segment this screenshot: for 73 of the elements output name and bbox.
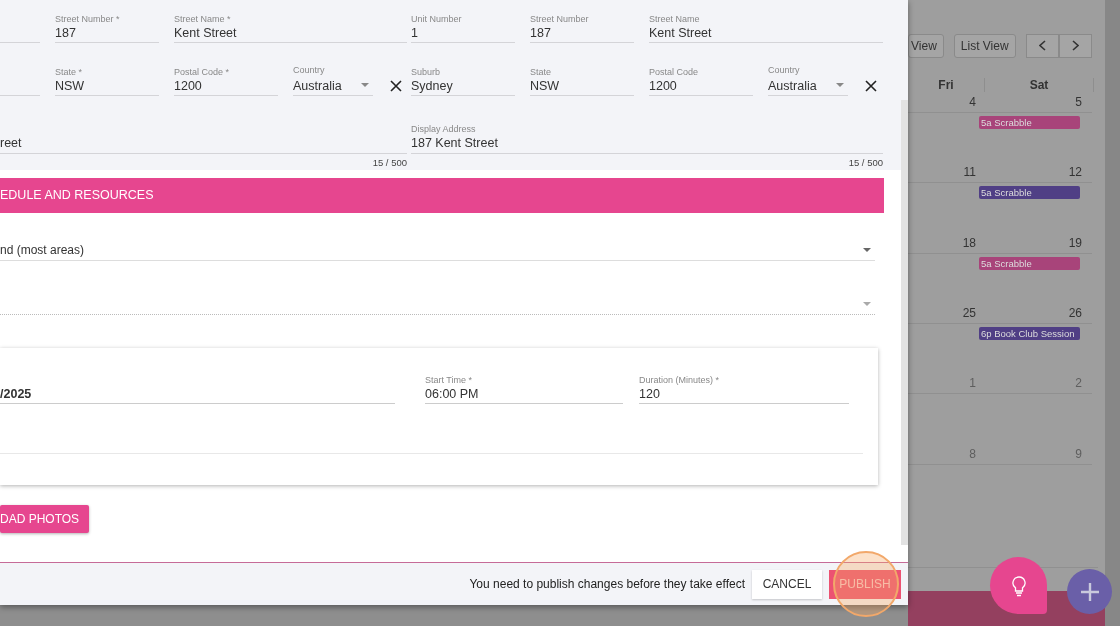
character-counter: 15 / 500: [372, 157, 407, 168]
field-label: Display Address: [411, 123, 477, 135]
calendar-event[interactable]: 5a Scrabble: [979, 256, 1080, 270]
field-label: Suburb: [411, 66, 442, 78]
date-number: 9: [1074, 446, 1082, 463]
input-field[interactable]: 187: [530, 25, 634, 42]
view-button[interactable]: List View: [953, 34, 1016, 58]
upload-button[interactable]: DAD PHOTOS: [0, 505, 90, 533]
date-number: 4: [968, 94, 976, 111]
field-label: Postal Code: [649, 66, 700, 78]
date-number: 2: [1074, 376, 1082, 393]
close-icon[interactable]: [390, 80, 402, 92]
date-number: 26: [1067, 305, 1082, 322]
tips-button[interactable]: [990, 557, 1047, 614]
cancel-button[interactable]: CANCEL: [752, 569, 822, 599]
country-select[interactable]: Australia: [293, 76, 373, 95]
date-number: 19: [1067, 235, 1082, 252]
plus-icon: [1079, 581, 1100, 602]
field-label: Duration (Minutes) *: [639, 374, 721, 386]
section-header: EDULE AND RESOURCES: [0, 178, 884, 213]
input-field[interactable]: 187: [55, 25, 159, 42]
caret-icon: [863, 301, 871, 307]
field-label: Unit Number: [411, 13, 463, 25]
day-header: Fri: [908, 77, 985, 92]
close-icon[interactable]: [865, 80, 877, 92]
field-label: Street Name *: [174, 13, 232, 25]
input-field[interactable]: 120: [639, 386, 849, 403]
caret-icon: [361, 83, 369, 88]
date-number: 1: [968, 376, 976, 393]
view-button[interactable]: View: [908, 34, 944, 58]
scrollbar[interactable]: [901, 100, 908, 545]
time-field[interactable]: 06:00 PM: [425, 386, 623, 403]
date-number: 12: [1067, 165, 1082, 182]
field-label: State *: [55, 66, 84, 78]
next-button[interactable]: [1058, 34, 1092, 58]
country-select[interactable]: Australia: [768, 76, 848, 95]
day-header: Sat: [985, 77, 1094, 92]
field-label: Street Number: [530, 13, 590, 25]
input-field[interactable]: Sydney: [411, 78, 515, 95]
dropdown-field[interactable]: nd (most areas): [0, 240, 875, 261]
previous-button[interactable]: [1025, 34, 1059, 58]
input-field[interactable]: 1200: [174, 78, 278, 95]
chevron-left-icon: [1038, 40, 1046, 52]
input-field[interactable]: 1200: [649, 78, 753, 95]
calendar-event[interactable]: 5a Scrabble: [979, 186, 1080, 200]
date-number: 25: [961, 305, 976, 322]
input-field[interactable]: reet: [0, 135, 407, 154]
date-number: 5: [1074, 94, 1082, 111]
date-number: 11: [962, 165, 976, 182]
character-counter: 15 / 500: [848, 157, 883, 168]
input-field[interactable]: Kent Street: [649, 25, 883, 42]
input-field[interactable]: Kent Street: [174, 25, 407, 42]
field-label: Postal Code *: [174, 66, 231, 78]
date-number: 8: [968, 446, 976, 463]
field-label: Start Time *: [425, 374, 473, 386]
field-label: Country: [768, 64, 801, 76]
field-label: State: [530, 66, 552, 78]
input-field[interactable]: NSW: [55, 78, 159, 95]
chevron-right-icon: [1071, 40, 1079, 52]
input-field[interactable]: NSW: [530, 78, 634, 95]
field-label: Street Name: [649, 13, 701, 25]
date-field[interactable]: /2025: [0, 386, 395, 403]
publish-message: You need to publish changes before they take effect: [469, 577, 745, 591]
calendar-event[interactable]: 5a Scrabble: [979, 115, 1080, 129]
field-label: Country: [293, 64, 326, 76]
input-field[interactable]: 187 Kent Street: [411, 135, 883, 154]
caret-icon: [836, 83, 844, 88]
field-label: Street Number *: [55, 13, 121, 25]
caret-icon: [863, 247, 871, 253]
input-field[interactable]: 1: [411, 25, 515, 42]
date-number: 18: [961, 235, 976, 252]
calendar-event[interactable]: 6p Book Club Session: [979, 326, 1080, 340]
lightbulb-icon: [1009, 574, 1028, 597]
